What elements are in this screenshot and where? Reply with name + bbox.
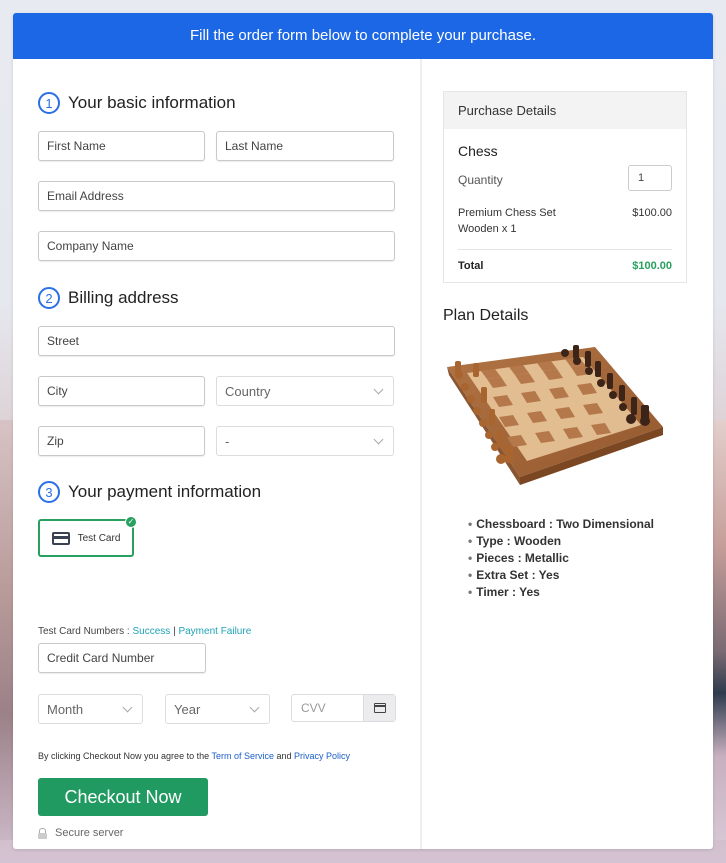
city-input[interactable]: City bbox=[38, 376, 205, 406]
plan-feature: Pieces : Metallic bbox=[468, 550, 688, 567]
basic-info-title: Your basic information bbox=[68, 93, 236, 112]
step-3-badge: 3 bbox=[38, 481, 60, 503]
first-name-input[interactable]: First Name bbox=[38, 131, 205, 161]
email-placeholder: Email Address bbox=[47, 189, 124, 203]
secure-server-note: Secure server bbox=[38, 827, 123, 839]
terms-of-service-link[interactable]: Term of Service bbox=[211, 751, 274, 761]
street-placeholder: Street bbox=[47, 334, 80, 348]
item-variant: Wooden x 1 bbox=[458, 223, 517, 235]
background-left-scenery bbox=[0, 420, 14, 840]
company-input[interactable]: Company Name bbox=[38, 231, 395, 261]
checkmark-icon: ✓ bbox=[125, 516, 137, 528]
billing-title: Billing address bbox=[68, 288, 179, 307]
month-selected-value: Month bbox=[47, 701, 84, 717]
step-2-badge: 2 bbox=[38, 287, 60, 309]
payment-failure-link[interactable]: Payment Failure bbox=[178, 626, 251, 637]
billing-heading: 2 Billing address bbox=[38, 286, 179, 310]
total-row: Total $100.00 bbox=[458, 260, 672, 272]
privacy-policy-link[interactable]: Privacy Policy bbox=[294, 751, 350, 761]
email-input[interactable]: Email Address bbox=[38, 181, 395, 211]
credit-card-icon bbox=[51, 531, 70, 545]
lock-icon bbox=[38, 827, 47, 839]
checkout-now-button[interactable]: Checkout Now bbox=[38, 778, 208, 816]
quantity-value: 1 bbox=[638, 172, 645, 184]
total-value: $100.00 bbox=[632, 260, 672, 272]
plan-features-list: Chessboard : Two Dimensional Type : Wood… bbox=[468, 516, 688, 601]
order-form-card: Fill the order form below to complete yo… bbox=[13, 13, 713, 849]
plan-details-title: Plan Details bbox=[443, 307, 529, 324]
product-name: Chess bbox=[458, 143, 498, 159]
credit-card-number-input[interactable]: Credit Card Number bbox=[38, 643, 206, 673]
terms-agreement: By clicking Checkout Now you agree to th… bbox=[38, 751, 350, 761]
chevron-down-icon bbox=[373, 384, 384, 394]
cvv-input[interactable]: CVV bbox=[292, 695, 363, 721]
item-price: $100.00 bbox=[632, 207, 672, 219]
quantity-label: Quantity bbox=[458, 173, 503, 187]
link-separator: | bbox=[173, 626, 176, 637]
state-selected-value: - bbox=[225, 433, 230, 449]
plan-feature: Timer : Yes bbox=[468, 584, 688, 601]
agree-and-text: and bbox=[273, 751, 294, 761]
payment-heading: 3 Your payment information bbox=[38, 480, 261, 504]
month-select[interactable]: Month bbox=[38, 694, 143, 724]
total-label: Total bbox=[458, 260, 484, 272]
divider bbox=[458, 249, 672, 250]
city-placeholder: City bbox=[47, 384, 68, 398]
line-item: Premium Chess Set Wooden x 1 $100.00 bbox=[458, 205, 672, 237]
last-name-input[interactable]: Last Name bbox=[216, 131, 394, 161]
step-1-badge: 1 bbox=[38, 92, 60, 114]
quantity-row: Quantity 1 bbox=[458, 165, 672, 191]
country-select[interactable]: Country bbox=[216, 376, 394, 406]
zip-placeholder: Zip bbox=[47, 434, 64, 448]
street-input[interactable]: Street bbox=[38, 326, 395, 356]
zip-input[interactable]: Zip bbox=[38, 426, 205, 456]
state-select[interactable]: - bbox=[216, 426, 394, 456]
basic-info-heading: 1 Your basic information bbox=[38, 91, 236, 115]
chess-set-image bbox=[445, 339, 688, 494]
background-right-scenery bbox=[712, 420, 726, 840]
company-placeholder: Company Name bbox=[47, 239, 134, 253]
country-selected-value: Country bbox=[225, 383, 271, 399]
quantity-input[interactable]: 1 bbox=[628, 165, 672, 191]
purchase-details-panel: Purchase Details Chess Quantity 1 Premiu… bbox=[443, 91, 687, 283]
plan-feature: Extra Set : Yes bbox=[468, 567, 688, 584]
year-selected-value: Year bbox=[174, 701, 201, 717]
test-card-numbers-label: Test Card Numbers : bbox=[38, 626, 133, 637]
success-link[interactable]: Success bbox=[132, 626, 170, 637]
plan-feature: Type : Wooden bbox=[468, 533, 688, 550]
payment-title: Your payment information bbox=[68, 482, 262, 501]
chevron-down-icon bbox=[373, 434, 384, 444]
order-form: 1 Your basic information First Name Last… bbox=[13, 59, 422, 849]
cvv-field: CVV bbox=[291, 694, 396, 722]
year-select[interactable]: Year bbox=[165, 694, 270, 724]
test-card-label: Test Card bbox=[77, 532, 121, 544]
credit-card-icon bbox=[373, 703, 386, 713]
chevron-down-icon bbox=[122, 702, 133, 712]
agree-text: By clicking Checkout Now you agree to th… bbox=[38, 751, 212, 761]
card-number-placeholder: Credit Card Number bbox=[47, 651, 155, 665]
header-banner: Fill the order form below to complete yo… bbox=[13, 13, 713, 59]
test-card-payment-option[interactable]: Test Card ✓ bbox=[38, 516, 137, 557]
chevron-down-icon bbox=[249, 702, 260, 712]
plan-feature: Chessboard : Two Dimensional bbox=[468, 516, 688, 533]
test-card-numbers: Test Card Numbers : Success | Payment Fa… bbox=[38, 626, 251, 637]
secure-server-label: Secure server bbox=[55, 827, 124, 839]
last-name-placeholder: Last Name bbox=[225, 139, 284, 153]
cvv-placeholder: CVV bbox=[301, 701, 326, 715]
item-name: Premium Chess Set bbox=[458, 207, 556, 219]
purchase-details-title: Purchase Details bbox=[444, 92, 686, 129]
first-name-placeholder: First Name bbox=[47, 139, 106, 153]
cvv-card-addon bbox=[363, 695, 395, 721]
summary-column: Purchase Details Chess Quantity 1 Premiu… bbox=[422, 59, 713, 849]
